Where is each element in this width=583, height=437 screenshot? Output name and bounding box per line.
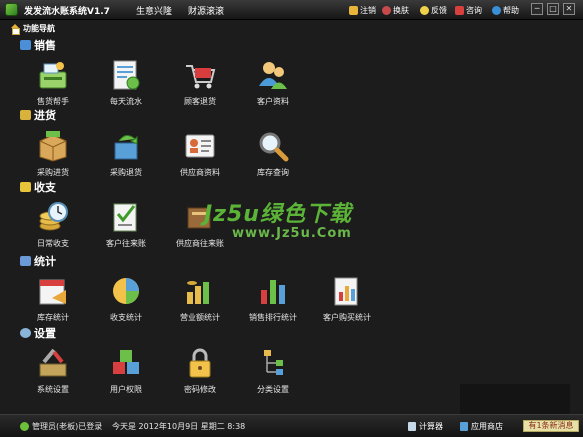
statistics-section-icon [20,256,31,266]
stock-query-item[interactable]: 库存查询 [237,129,309,179]
user-icon [20,422,29,431]
feedback-link[interactable]: 反馈 [420,5,447,16]
skin-icon [382,6,391,15]
customer-report-icon [334,277,358,306]
customer-account-item[interactable]: 客户往来账 [90,200,162,250]
tree-icon [264,350,283,375]
logged-in-user: 管理员(老板)已登录 [20,421,102,432]
home-icon [10,23,20,35]
padlock-icon [189,348,211,378]
new-message-notice[interactable]: 有1条新消息 [523,420,579,432]
logout-link[interactable]: 注销 [349,5,376,16]
blocks-icon [113,350,139,374]
blank-panel [460,384,570,414]
pie-chart-icon [113,278,139,304]
calendar-stock-icon [39,279,66,305]
stock-stats-item[interactable]: 库存统计 [17,274,89,324]
purchase-return-item[interactable]: 采购退货 [90,129,162,179]
finance-section-icon [20,182,31,192]
section-settings: 设置 [20,326,56,340]
app-store-icon [460,422,468,431]
nav-header: 功能导航 [10,22,55,35]
date-display: 今天是 2012年10月9日 星期二 8:38 [112,422,246,431]
purchase-return-icon [114,135,138,160]
purchase-section-icon [20,110,31,120]
sales-section-icon [20,40,31,50]
turnover-chart-icon [187,281,209,304]
customer-info-item[interactable]: 客户资料 [237,58,309,108]
supplier-info-item[interactable]: 供应商资料 [164,129,236,179]
feedback-icon [420,6,429,15]
shopping-cart-icon [186,65,216,89]
help-link[interactable]: 帮助 [492,5,519,16]
turnover-stats-item[interactable]: 营业额统计 [164,274,236,324]
app-store-button[interactable]: 应用商店 [460,421,503,432]
status-bar: 管理员(老板)已登录 今天是 2012年10月9日 星期二 8:38 计算器 应… [0,414,583,437]
daily-income-expense-item[interactable]: 日常收支 [17,200,89,250]
sales-ranking-stats-item[interactable]: 销售排行统计 [237,274,309,324]
maximize-button[interactable]: □ [547,3,559,15]
user-permissions-item[interactable]: 用户权限 [90,346,162,396]
app-title: 发发流水账系统V1.7 [24,7,110,17]
settings-section-icon [20,328,31,338]
category-settings-item[interactable]: 分类设置 [237,346,309,396]
daily-ledger-item[interactable]: 每天流水 [90,58,162,108]
change-skin-link[interactable]: 换肤 [382,5,409,16]
app-logo-icon [5,3,18,16]
supplier-card-icon [185,134,215,158]
change-password-item[interactable]: 密码修改 [164,346,236,396]
consult-icon [455,6,464,15]
purchase-box-icon [39,131,67,162]
section-statistics: 统计 [20,254,56,268]
help-icon [492,6,501,15]
section-purchase: 进货 [20,108,56,122]
minimize-button[interactable]: ─ [531,3,543,15]
customer-return-item[interactable]: 顾客退货 [164,58,236,108]
cash-register-icon [39,62,67,89]
customers-icon [259,62,287,89]
consult-link[interactable]: 咨询 [455,5,482,16]
system-settings-item[interactable]: 系统设置 [17,346,89,396]
calculator-icon [408,422,416,431]
slogan-wealth: 财源滚滚 [188,7,225,17]
customer-account-icon [113,203,137,232]
title-bar: 发发流水账系统V1.7 生意兴隆 财源滚滚 注销 换肤 反馈 咨询 帮助 ─ □… [0,0,583,20]
income-expense-stats-item[interactable]: 收支统计 [90,274,162,324]
daily-ledger-icon [113,60,140,90]
sales-helper-item[interactable]: 售货帮手 [17,58,89,108]
coins-icon [39,202,68,231]
section-finance: 收支 [20,180,56,194]
watermark-logo: Jz5u绿色下载 www.Jz5u.Com [204,202,352,241]
section-sales: 销售 [20,38,56,52]
lock-icon [349,6,358,15]
customer-purchase-stats-item[interactable]: 客户购买统计 [311,274,383,324]
tools-icon [39,348,67,377]
nav-title: 功能导航 [23,24,55,33]
purchase-in-item[interactable]: 采购进货 [17,129,89,179]
slogan-prosperity: 生意兴隆 [136,7,173,17]
bar-chart-icon [261,280,285,304]
magnifier-icon [259,132,289,162]
calculator-button[interactable]: 计算器 [408,421,443,432]
close-button[interactable]: ✕ [563,3,575,15]
